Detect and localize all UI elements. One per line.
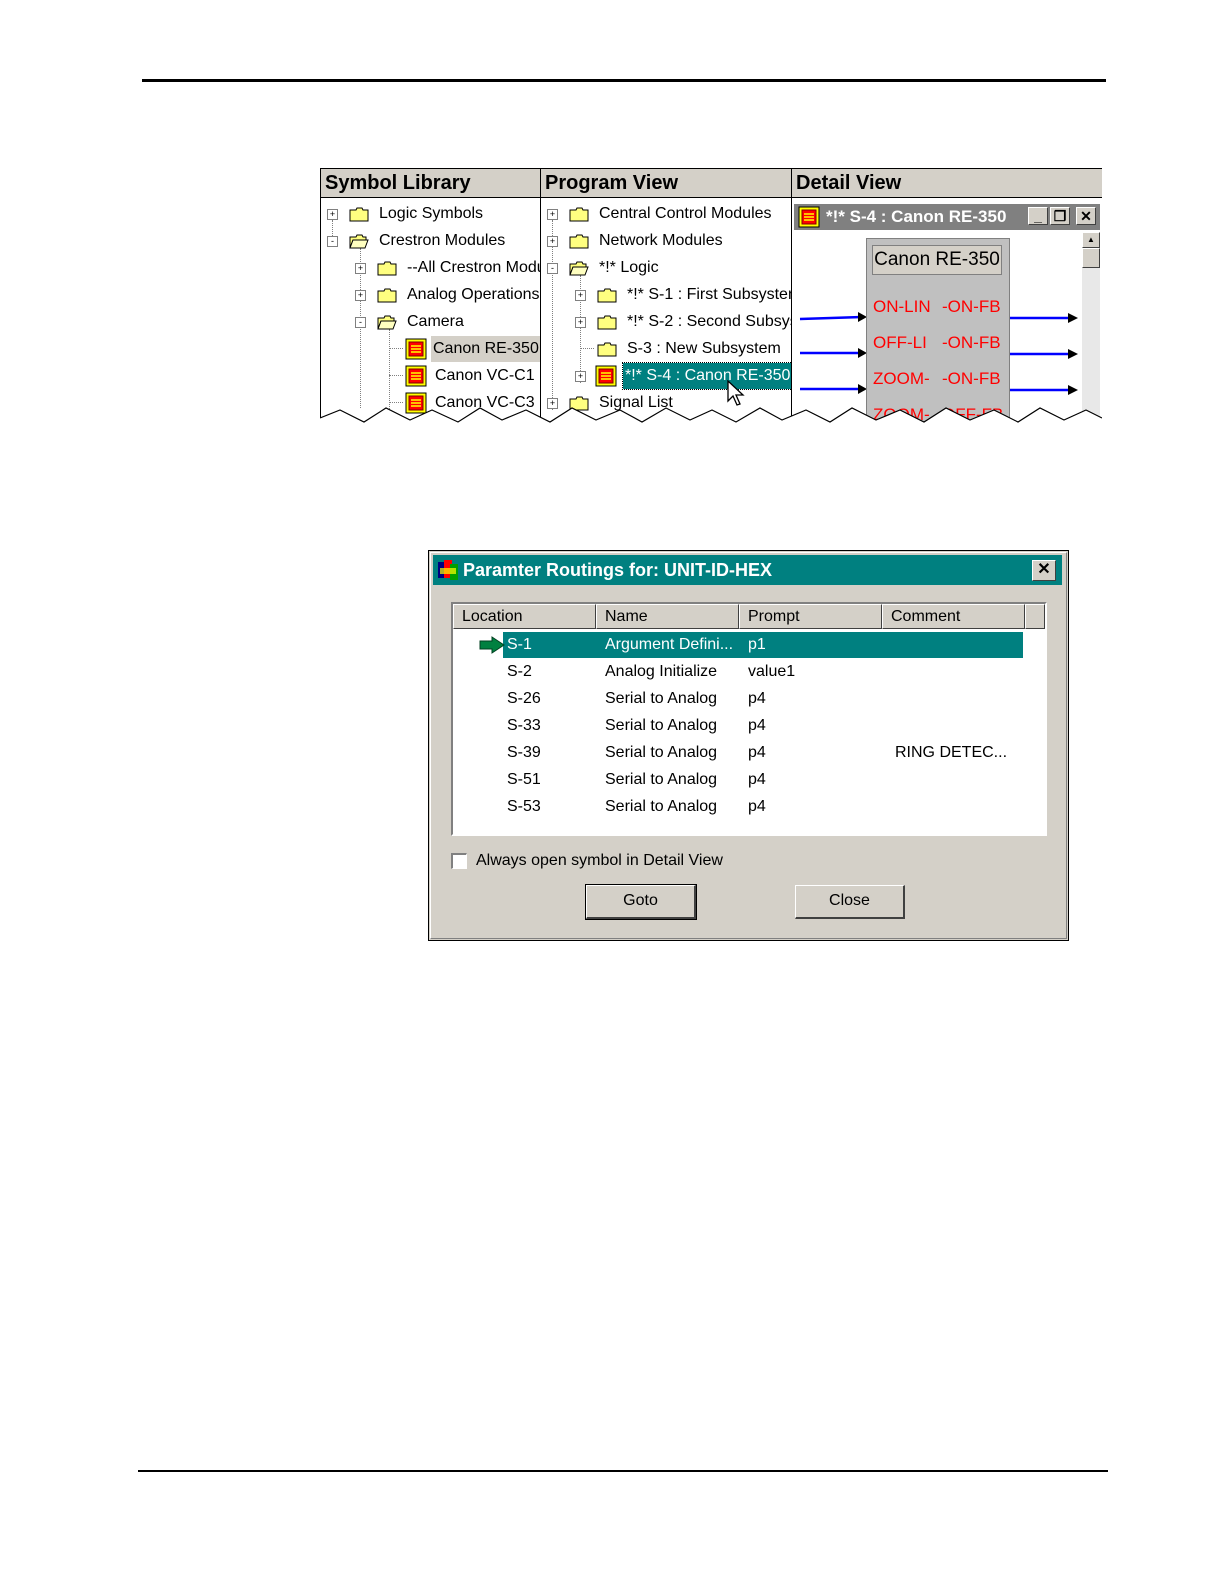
- column-header-comment[interactable]: Comment: [882, 604, 1025, 629]
- cell-location: S-53: [507, 798, 541, 815]
- app-icon: [438, 560, 458, 580]
- expand-icon[interactable]: +: [575, 317, 586, 328]
- expand-icon[interactable]: +: [355, 263, 366, 274]
- output-signal[interactable]: -ON-FB: [942, 369, 1001, 389]
- expand-icon[interactable]: +: [327, 209, 338, 220]
- folder-icon: [569, 207, 589, 222]
- cell-name: Serial to Analog: [605, 690, 718, 707]
- cell-prompt: p4: [748, 798, 766, 815]
- module-icon: [405, 365, 427, 387]
- open-folder-icon: [349, 234, 369, 249]
- open-folder-icon: [377, 315, 397, 330]
- cell-name: Argument Defini...: [605, 636, 734, 653]
- symbol-library-pane: Symbol Library + Logic Symbols - Crestro…: [320, 168, 546, 432]
- cell-prompt: p4: [748, 771, 766, 788]
- tree-item-canon-re-350[interactable]: Canon RE-350: [405, 336, 541, 362]
- cell-name: Serial to Analog: [605, 771, 718, 788]
- expand-icon[interactable]: +: [355, 290, 366, 301]
- cell-name: Serial to Analog: [605, 798, 718, 815]
- expand-icon[interactable]: +: [575, 290, 586, 301]
- output-signal[interactable]: -ON-FB: [942, 297, 1001, 317]
- torn-edge: [320, 407, 1102, 432]
- cell-location: S-51: [507, 771, 541, 788]
- cell-location: S-1: [507, 636, 532, 653]
- column-header-prompt[interactable]: Prompt: [739, 604, 882, 629]
- cell-location: S-2: [507, 663, 532, 680]
- always-open-label: Always open symbol in Detail View: [476, 852, 723, 869]
- cell-name: Serial to Analog: [605, 717, 718, 734]
- tree-item-s4-canon-re-350[interactable]: + *!* S-4 : Canon RE-350: [573, 362, 794, 390]
- dialog-titlebar[interactable]: Paramter Routings for: UNIT-ID-HEX ✕: [433, 555, 1062, 585]
- collapse-icon[interactable]: -: [355, 317, 366, 328]
- scroll-thumb[interactable]: [1082, 248, 1100, 268]
- cell-location: S-33: [507, 717, 541, 734]
- module-icon: [405, 338, 427, 360]
- collapse-icon[interactable]: -: [327, 236, 338, 247]
- cell-location: S-26: [507, 690, 541, 707]
- module-icon: [595, 365, 617, 387]
- folder-icon: [569, 234, 589, 249]
- parameter-routings-dialog: Paramter Routings for: UNIT-ID-HEX ✕ Loc…: [428, 550, 1069, 941]
- goto-button[interactable]: Goto: [585, 884, 697, 920]
- input-signal[interactable]: OFF-LI: [873, 333, 927, 353]
- canon-re-350-symbol[interactable]: Canon RE-350 ON-LIN OFF-LI ZOOM- ZOOM- -…: [866, 238, 1010, 432]
- folder-icon: [377, 261, 397, 276]
- cell-prompt: p4: [748, 717, 766, 734]
- folder-icon: [597, 288, 617, 303]
- bottom-rule: [138, 1470, 1108, 1472]
- program-views-figure: Symbol Library + Logic Symbols - Crestro…: [320, 168, 1102, 432]
- vertical-scrollbar[interactable]: ▲: [1082, 232, 1100, 432]
- open-folder-icon: [569, 261, 589, 276]
- cell-prompt: p1: [748, 636, 766, 653]
- symbol-library-header: Symbol Library: [321, 168, 541, 198]
- cell-prompt: value1: [748, 663, 796, 680]
- input-signal[interactable]: ZOOM-: [873, 369, 930, 389]
- column-header-location[interactable]: Location: [453, 604, 596, 629]
- collapse-icon[interactable]: -: [547, 263, 558, 274]
- program-view-header: Program View: [541, 168, 792, 198]
- expand-icon[interactable]: +: [547, 209, 558, 220]
- symbol-name: Canon RE-350: [872, 245, 1002, 275]
- routings-list[interactable]: Location Name Prompt Comment S-1 Argumen…: [451, 602, 1047, 836]
- input-signal[interactable]: ON-LIN: [873, 297, 931, 317]
- output-signal[interactable]: -ON-FB: [942, 333, 1001, 353]
- cell-name: Analog Initialize: [605, 663, 718, 680]
- cell-location: S-39: [507, 744, 541, 761]
- top-rule: [142, 79, 1106, 82]
- cell-comment: RING DETEC...: [895, 744, 1008, 761]
- expand-icon[interactable]: +: [575, 371, 586, 382]
- cell-prompt: p4: [748, 744, 766, 761]
- folder-icon: [377, 288, 397, 303]
- folder-icon: [349, 207, 369, 222]
- folder-icon: [597, 315, 617, 330]
- column-header-filler: [1025, 604, 1045, 629]
- column-header-name[interactable]: Name: [596, 604, 739, 629]
- expand-icon[interactable]: +: [547, 236, 558, 247]
- dialog-close-button[interactable]: ✕: [1032, 560, 1056, 581]
- cell-name: Serial to Analog: [605, 744, 718, 761]
- cell-prompt: p4: [748, 690, 766, 707]
- current-row-arrow-icon: [479, 636, 505, 654]
- folder-icon: [597, 342, 617, 357]
- dialog-title: Paramter Routings for: UNIT-ID-HEX: [463, 560, 773, 580]
- detail-view-pane: Detail View *!* S-4 : Canon RE-350 _ ❐ ✕…: [791, 168, 1102, 432]
- scroll-up-button[interactable]: ▲: [1082, 232, 1100, 248]
- always-open-checkbox[interactable]: [451, 853, 467, 869]
- program-view-pane: Program View + Central Control Modules +…: [540, 168, 801, 432]
- close-button[interactable]: Close: [795, 885, 905, 919]
